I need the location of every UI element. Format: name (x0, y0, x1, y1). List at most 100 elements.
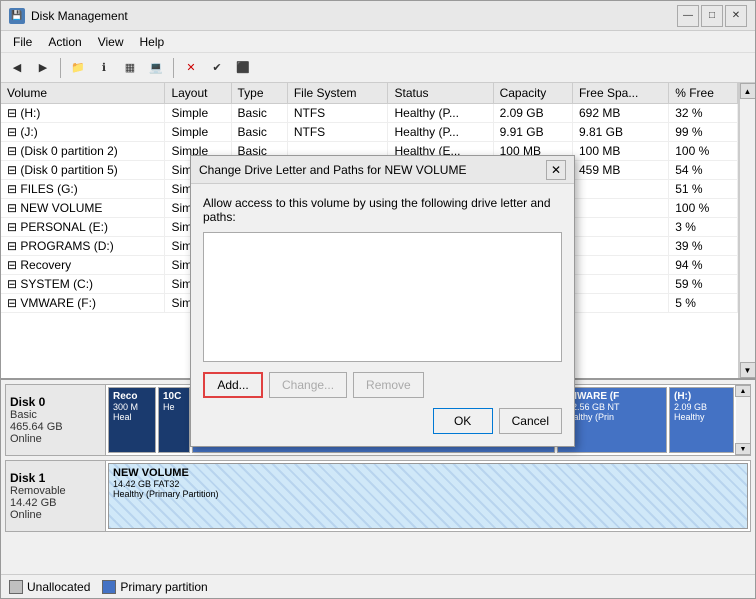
folder-button[interactable]: 📁 (66, 56, 90, 80)
close-button[interactable]: ✕ (725, 5, 747, 27)
disk1-partition-newvolume[interactable]: NEW VOLUME 14.42 GB FAT32 Healthy (Prima… (108, 463, 748, 529)
cell-pctfree: 39 % (669, 237, 738, 256)
cell-pctfree: 100 % (669, 199, 738, 218)
cell-layout: Simple (165, 104, 231, 123)
menu-help[interactable]: Help (132, 33, 173, 51)
disk1-status: Online (10, 509, 101, 521)
cell-pctfree: 99 % (669, 123, 738, 142)
col-header-percentfree: % Free (669, 83, 738, 104)
dialog-confirm-buttons: OK Cancel (203, 408, 562, 434)
cell-pctfree: 5 % (669, 294, 738, 313)
menu-file[interactable]: File (5, 33, 40, 51)
scroll-up-arrow[interactable]: ▲ (740, 83, 756, 99)
cell-volume: ⊟ NEW VOLUME (1, 199, 165, 218)
legend-primary-label: Primary partition (120, 580, 207, 594)
cell-volume: ⊟ SYSTEM (C:) (1, 275, 165, 294)
cell-pctfree: 51 % (669, 180, 738, 199)
list-button[interactable]: ▦ (118, 56, 142, 80)
cell-volume: ⊟ (Disk 0 partition 2) (1, 142, 165, 161)
cell-freespace (572, 199, 668, 218)
cell-pctfree: 59 % (669, 275, 738, 294)
legend-primary: Primary partition (102, 580, 207, 594)
col-header-capacity: Capacity (493, 83, 572, 104)
disk0-status: Online (10, 433, 101, 445)
dialog-content: Allow access to this volume by using the… (191, 184, 574, 446)
change-drive-dialog: Change Drive Letter and Paths for NEW VO… (190, 155, 575, 447)
cell-volume: ⊟ (J:) (1, 123, 165, 142)
cell-volume: ⊟ FILES (G:) (1, 180, 165, 199)
dialog-paths-listbox[interactable] (203, 232, 562, 362)
table-row[interactable]: ⊟ (J:) Simple Basic NTFS Healthy (P... 9… (1, 123, 738, 142)
add-button[interactable]: Add... (203, 372, 263, 398)
disk1-type: Removable (10, 485, 101, 497)
table-scrollbar[interactable]: ▲ ▼ (739, 83, 755, 378)
disk0-partition-h[interactable]: (H:) 2.09 GB Healthy (669, 387, 734, 453)
minimize-button[interactable]: — (677, 5, 699, 27)
col-header-filesystem: File System (287, 83, 388, 104)
title-bar: 💾 Disk Management — □ ✕ (1, 1, 755, 31)
dialog-close-button[interactable]: ✕ (546, 160, 566, 180)
col-header-layout: Layout (165, 83, 231, 104)
toolbar-separator-1 (60, 58, 61, 78)
check-button[interactable]: ✔ (205, 56, 229, 80)
disk0-scrollbar: ▲ ▼ (736, 385, 750, 455)
disk0-partition-10c[interactable]: 10C He (158, 387, 190, 453)
window-controls: — □ ✕ (677, 5, 747, 27)
scroll-up[interactable]: ▲ (735, 385, 751, 397)
legend-unallocated-box (9, 580, 23, 594)
cell-freespace (572, 256, 668, 275)
computer-button[interactable]: 💻 (144, 56, 168, 80)
cell-freespace (572, 180, 668, 199)
menu-view[interactable]: View (90, 33, 132, 51)
cell-pctfree: 3 % (669, 218, 738, 237)
dialog-title-bar: Change Drive Letter and Paths for NEW VO… (191, 156, 574, 184)
cell-volume: ⊟ PERSONAL (E:) (1, 218, 165, 237)
cell-status: Healthy (P... (388, 104, 493, 123)
table-header-row: Volume Layout Type File System Status Ca… (1, 83, 738, 104)
square-button[interactable]: ⬛ (231, 56, 255, 80)
disk1-row: Disk 1 Removable 14.42 GB Online NEW VOL… (5, 460, 751, 532)
back-button[interactable]: ◀ (5, 56, 29, 80)
scroll-down[interactable]: ▼ (735, 443, 751, 455)
legend-unallocated-label: Unallocated (27, 580, 90, 594)
menu-action[interactable]: Action (40, 33, 89, 51)
cell-volume: ⊟ (Disk 0 partition 5) (1, 161, 165, 180)
cell-fs: NTFS (287, 104, 388, 123)
delete-button[interactable]: ✕ (179, 56, 203, 80)
legend-primary-box (102, 580, 116, 594)
change-button[interactable]: Change... (269, 372, 347, 398)
col-header-status: Status (388, 83, 493, 104)
toolbar-separator-2 (173, 58, 174, 78)
disk1-label: Disk 1 Removable 14.42 GB Online (6, 461, 106, 531)
cell-pctfree: 54 % (669, 161, 738, 180)
cell-volume: ⊟ VMWARE (F:) (1, 294, 165, 313)
remove-button[interactable]: Remove (353, 372, 424, 398)
cell-type: Basic (231, 104, 287, 123)
disk0-partition-reco[interactable]: Reco 300 M Heal (108, 387, 156, 453)
toolbar: ◀ ▶ 📁 ℹ ▦ 💻 ✕ ✔ ⬛ (1, 53, 755, 83)
cell-capacity: 9.91 GB (493, 123, 572, 142)
cell-freespace (572, 237, 668, 256)
cell-volume: ⊟ Recovery (1, 256, 165, 275)
cell-freespace: 459 MB (572, 161, 668, 180)
disk1-partitions: NEW VOLUME 14.42 GB FAT32 Healthy (Prima… (106, 461, 750, 531)
cell-capacity: 2.09 GB (493, 104, 572, 123)
cell-freespace: 100 MB (572, 142, 668, 161)
cell-freespace (572, 294, 668, 313)
disk0-size: 465.64 GB (10, 421, 101, 433)
dialog-title: Change Drive Letter and Paths for NEW VO… (199, 163, 466, 177)
scroll-down-arrow[interactable]: ▼ (740, 362, 756, 378)
disk1-title: Disk 1 (10, 471, 101, 485)
ok-button[interactable]: OK (433, 408, 493, 434)
maximize-button[interactable]: □ (701, 5, 723, 27)
cancel-button[interactable]: Cancel (499, 408, 562, 434)
table-row[interactable]: ⊟ (H:) Simple Basic NTFS Healthy (P... 2… (1, 104, 738, 123)
legend: Unallocated Primary partition (1, 574, 755, 598)
col-header-freespace: Free Spa... (572, 83, 668, 104)
info-button[interactable]: ℹ (92, 56, 116, 80)
cell-freespace: 9.81 GB (572, 123, 668, 142)
forward-button[interactable]: ▶ (31, 56, 55, 80)
cell-pctfree: 32 % (669, 104, 738, 123)
cell-freespace (572, 218, 668, 237)
cell-volume: ⊟ PROGRAMS (D:) (1, 237, 165, 256)
